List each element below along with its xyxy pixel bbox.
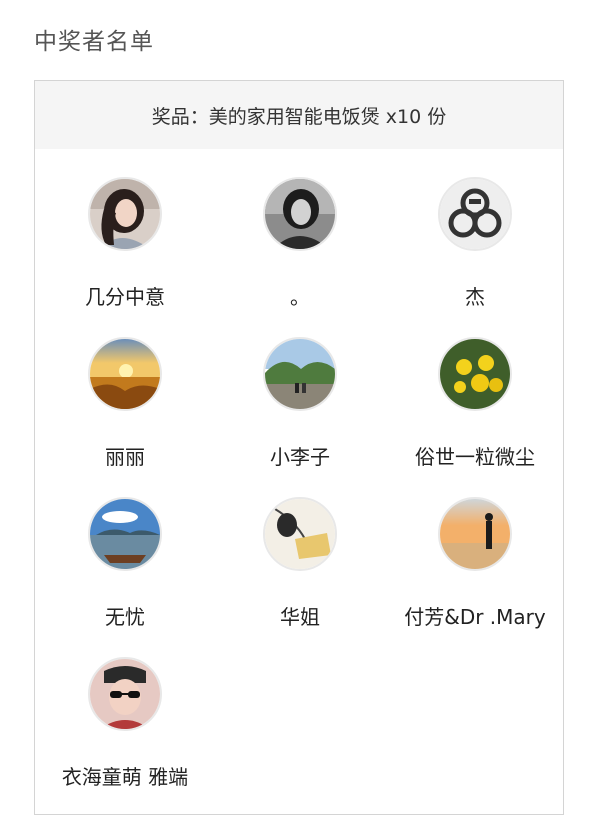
prize-label: 奖品：美的家用智能电饭煲 x10 份 [151, 105, 447, 128]
winner-name: 俗世一粒微尘 [415, 445, 535, 469]
winner-item[interactable]: 华姐 [212, 497, 388, 630]
winner-item[interactable]: 小李子 [212, 337, 388, 470]
winner-name: 杰 [465, 285, 485, 309]
winner-name: 小李子 [270, 445, 330, 469]
winner-item[interactable]: 衣海童萌 雅端 [37, 657, 213, 790]
sunglasses-woman-avatar[interactable] [88, 657, 162, 731]
winner-name: 华姐 [280, 605, 320, 629]
winner-name: 丽丽 [105, 445, 145, 469]
winner-name: 几分中意 [85, 285, 165, 309]
emblem-logo-avatar[interactable] [438, 177, 512, 251]
woman-portrait-avatar[interactable] [88, 177, 162, 251]
yellow-flowers-avatar[interactable] [438, 337, 512, 411]
winner-item[interactable]: 俗世一粒微尘 [387, 337, 563, 470]
prize-banner: 奖品：美的家用智能电饭煲 x10 份 [35, 81, 563, 149]
winner-name: 衣海童萌 雅端 [61, 765, 189, 789]
winner-name: 付芳&Dr .Mary [404, 605, 546, 629]
beach-silhouette-avatar[interactable] [438, 497, 512, 571]
winners-card: 奖品：美的家用智能电饭煲 x10 份 几分中意 。 杰 丽丽 小李子 俗世一粒微… [34, 80, 564, 815]
sketch-illustration-avatar[interactable] [263, 497, 337, 571]
bw-portrait-avatar[interactable] [263, 177, 337, 251]
winner-item[interactable]: 几分中意 [37, 177, 213, 310]
lake-boat-avatar[interactable] [88, 497, 162, 571]
winner-item[interactable]: 。 [212, 177, 388, 310]
winner-item[interactable]: 丽丽 [37, 337, 213, 470]
winner-item[interactable]: 杰 [387, 177, 563, 310]
winner-name: 无忧 [105, 605, 145, 629]
winner-name: 。 [290, 285, 310, 309]
sunset-field-avatar[interactable] [88, 337, 162, 411]
page-title: 中奖者名单 [34, 29, 154, 55]
landscape-couple-avatar[interactable] [263, 337, 337, 411]
winner-item[interactable]: 无忧 [37, 497, 213, 630]
winner-item[interactable]: 付芳&Dr .Mary [387, 497, 563, 630]
